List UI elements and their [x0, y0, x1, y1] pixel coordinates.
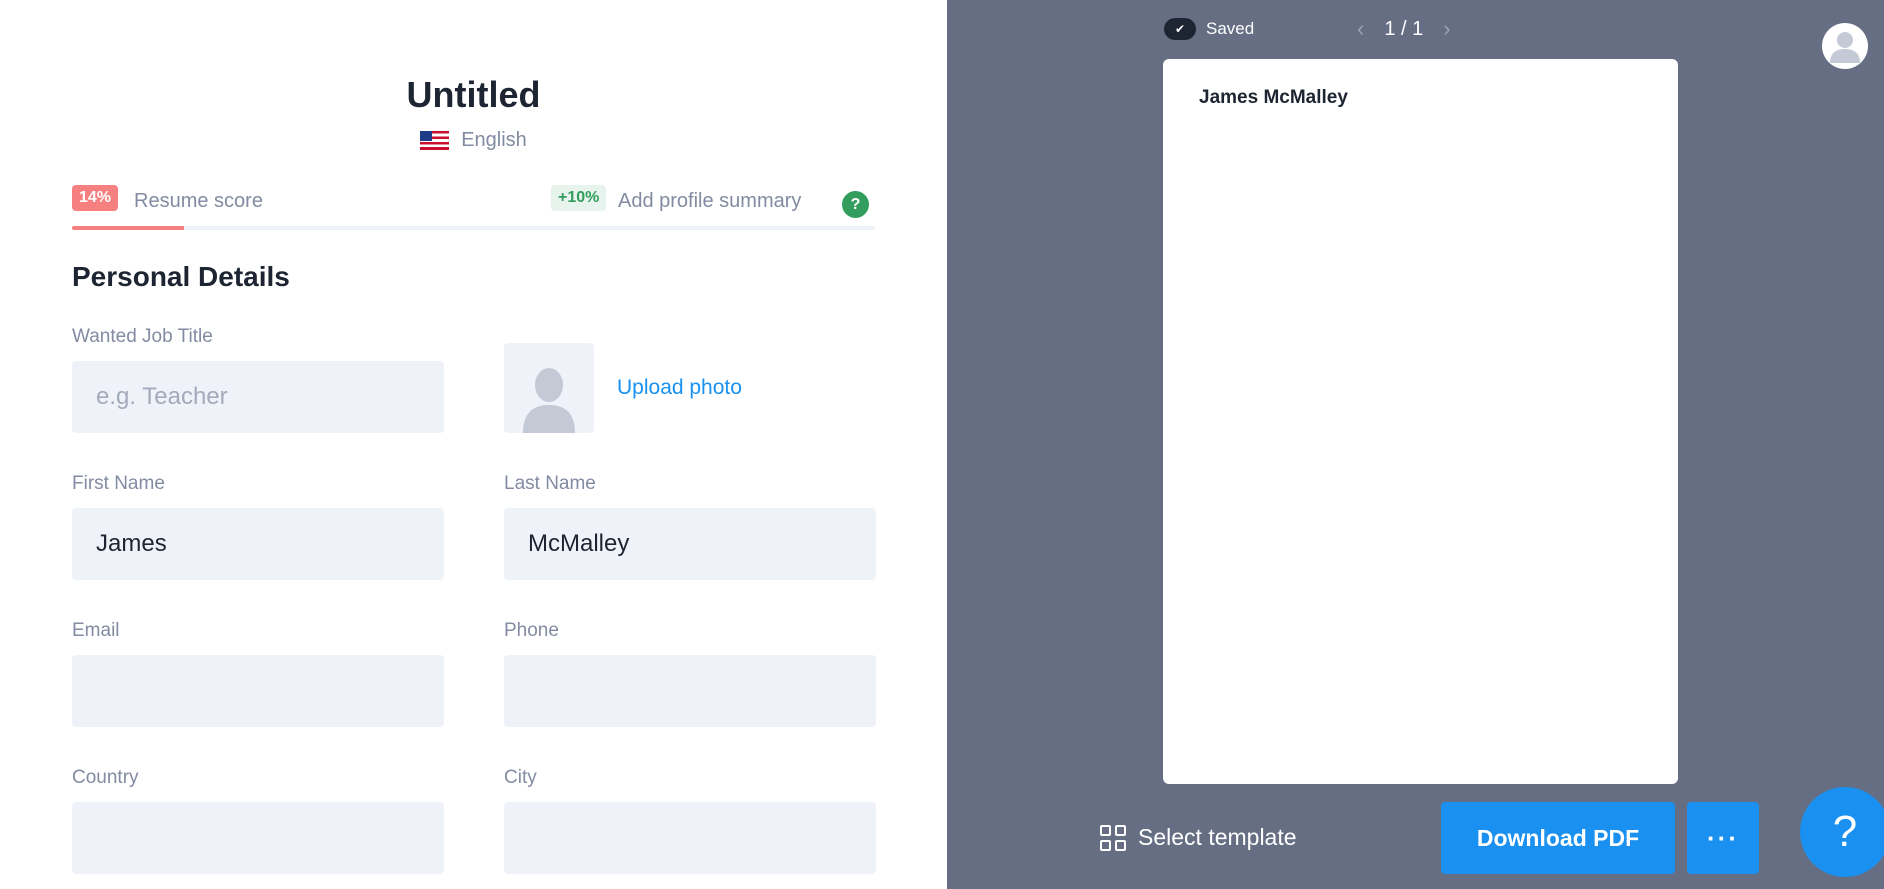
language-selector[interactable]: English [0, 129, 947, 152]
select-template-label: Select template [1138, 824, 1297, 850]
score-label: Resume score [134, 190, 263, 212]
download-pdf-button[interactable]: Download PDF [1441, 802, 1675, 874]
last-name-label: Last Name [504, 473, 596, 494]
phone-input[interactable] [504, 655, 876, 727]
city-input[interactable] [504, 802, 876, 874]
city-label: City [504, 767, 537, 788]
score-badge: 14% [72, 185, 119, 211]
email-input[interactable] [72, 655, 444, 727]
last-name-input[interactable] [504, 508, 876, 580]
first-name-input[interactable] [72, 508, 444, 580]
job-title-label: Wanted Job Title [72, 326, 213, 347]
select-template-button[interactable]: Select template [1100, 824, 1297, 851]
section-title: Personal Details [72, 261, 290, 292]
help-fab-button[interactable]: ? [1800, 787, 1884, 877]
us-flag-icon [420, 131, 450, 150]
job-title-input[interactable] [72, 361, 444, 433]
page-pager: ‹ 1 / 1 › [1357, 16, 1451, 42]
language-label: English [461, 129, 527, 151]
preview-name: James McMalley [1199, 87, 1348, 108]
score-help-icon[interactable]: ? [842, 191, 869, 218]
bonus-badge: +10% [551, 185, 607, 211]
add-profile-summary-link[interactable]: Add profile summary [618, 190, 801, 213]
grid-icon [1100, 824, 1126, 851]
save-status: ✔ Saved [1164, 18, 1254, 40]
page-indicator: 1 / 1 [1384, 17, 1424, 40]
preview-panel: ✔ Saved ‹ 1 / 1 › James McMalley Select … [947, 0, 1884, 889]
chevron-left-icon[interactable]: ‹ [1357, 16, 1364, 42]
resume-score-row: 14% Resume score +10% Add profile summar… [72, 185, 875, 218]
user-avatar[interactable] [1822, 23, 1868, 69]
more-options-button[interactable]: ··· [1687, 802, 1759, 874]
email-label: Email [72, 620, 120, 641]
score-progress-fill [72, 226, 185, 230]
upload-photo-link[interactable]: Upload photo [617, 376, 742, 400]
country-label: Country [72, 767, 139, 788]
cloud-check-icon: ✔ [1164, 18, 1196, 40]
first-name-label: First Name [72, 473, 165, 494]
score-progress-bar [72, 226, 875, 230]
saved-label: Saved [1206, 19, 1255, 38]
photo-upload-box[interactable] [504, 343, 594, 433]
person-icon [1830, 32, 1860, 63]
country-input[interactable] [72, 802, 444, 874]
chevron-right-icon[interactable]: › [1443, 16, 1450, 42]
document-title[interactable]: Untitled [0, 74, 947, 116]
phone-label: Phone [504, 620, 559, 641]
editor-panel: Untitled English 14% Resume score +10% A… [0, 0, 947, 889]
resume-preview-page[interactable]: James McMalley [1163, 59, 1678, 784]
person-silhouette-icon [523, 368, 575, 433]
